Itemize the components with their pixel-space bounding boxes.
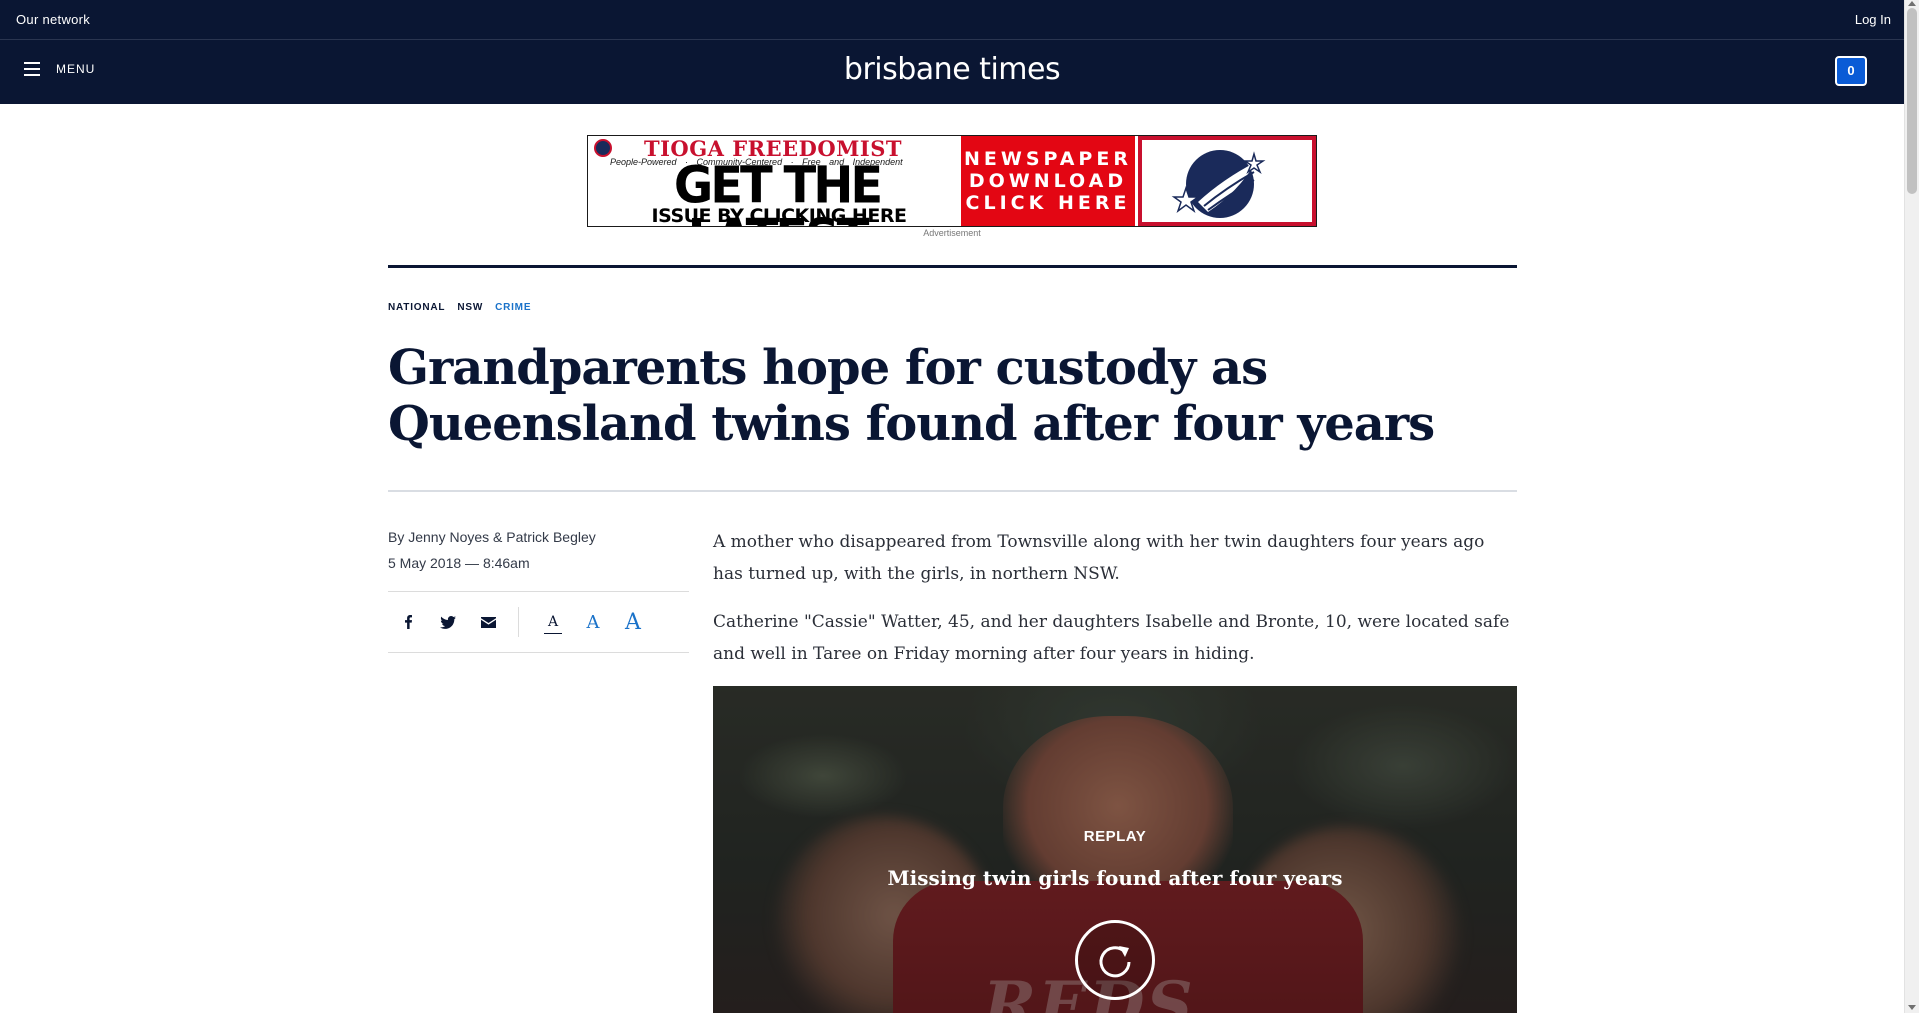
video-player[interactable]: REDS REPLAY Missing twin girls found aft…	[713, 686, 1517, 1013]
email-share-button[interactable]	[468, 604, 508, 640]
article-headline: Grandparents hope for custody as Queensl…	[388, 340, 1435, 452]
email-icon	[480, 616, 496, 628]
count-badge[interactable]: 0	[1835, 56, 1867, 86]
breadcrumb-crime[interactable]: CRIME	[495, 302, 531, 313]
ad-subheadline: ISSUE BY CLICKING HERE	[651, 205, 907, 227]
replay-label: REPLAY	[1083, 828, 1147, 845]
advertisement-banner[interactable]: TIOGA FREEDOMIST People-Powered · Commun…	[587, 135, 1317, 227]
share-divider-top	[388, 591, 689, 592]
scroll-up-icon[interactable]	[1908, 1, 1916, 6]
breadcrumb: NATIONAL NSW CRIME	[388, 302, 543, 313]
ad-masthead-panel: TIOGA FREEDOMIST People-Powered · Commun…	[588, 136, 958, 226]
ad-cta-line: CLICK HERE	[965, 192, 1131, 214]
scrollbar-thumb[interactable]	[1907, 8, 1917, 194]
page-scrollbar[interactable]	[1904, 0, 1919, 1013]
ad-cta-panel: NEWSPAPER DOWNLOAD CLICK HERE	[958, 136, 1138, 226]
twitter-icon	[440, 615, 456, 629]
advertisement-label: Advertisement	[923, 228, 981, 238]
share-separator	[518, 607, 519, 637]
section-divider	[388, 265, 1517, 268]
breadcrumb-national[interactable]: NATIONAL	[388, 302, 445, 313]
article-paragraph: A mother who disappeared from Townsville…	[713, 532, 1485, 584]
headline-divider	[388, 490, 1517, 492]
article-authors[interactable]: By Jenny Noyes & Patrick Begley	[388, 528, 596, 546]
site-logo[interactable]: brisbane times	[0, 52, 1904, 87]
twitter-share-button[interactable]	[428, 604, 468, 640]
network-bar: Our network Log In	[0, 0, 1904, 40]
byline: By Jenny Noyes & Patrick Begley 5 May 20…	[388, 528, 596, 572]
star-emblem-icon	[1171, 150, 1266, 218]
replay-icon	[1099, 946, 1131, 978]
replay-button[interactable]	[1075, 920, 1155, 1000]
font-size-small-button[interactable]: A	[533, 604, 573, 640]
font-size-large-button[interactable]: A	[613, 604, 653, 640]
breadcrumb-nsw[interactable]: NSW	[457, 302, 483, 313]
ad-emblem-panel	[1138, 136, 1316, 226]
share-divider-bottom	[388, 652, 689, 653]
video-title: Missing twin girls found after four year…	[887, 866, 1343, 890]
facebook-icon	[405, 615, 412, 629]
article-paragraph: Catherine "Cassie" Watter, 45, and her d…	[713, 612, 1510, 664]
our-network-link[interactable]: Our network	[16, 12, 90, 27]
ad-cta-line: NEWSPAPER	[964, 148, 1132, 170]
share-toolbar: A A A	[388, 604, 653, 640]
login-link[interactable]: Log In	[1855, 12, 1891, 27]
facebook-share-button[interactable]	[388, 604, 428, 640]
font-size-medium-button[interactable]: A	[573, 604, 613, 640]
site-header: MENU brisbane times 0	[0, 40, 1904, 104]
article-body: A mother who disappeared from Townsville…	[713, 526, 1519, 686]
scroll-down-icon[interactable]	[1908, 1005, 1916, 1010]
article-date: 5 May 2018 — 8:46am	[388, 555, 530, 571]
ad-cta-line: DOWNLOAD	[968, 170, 1128, 192]
